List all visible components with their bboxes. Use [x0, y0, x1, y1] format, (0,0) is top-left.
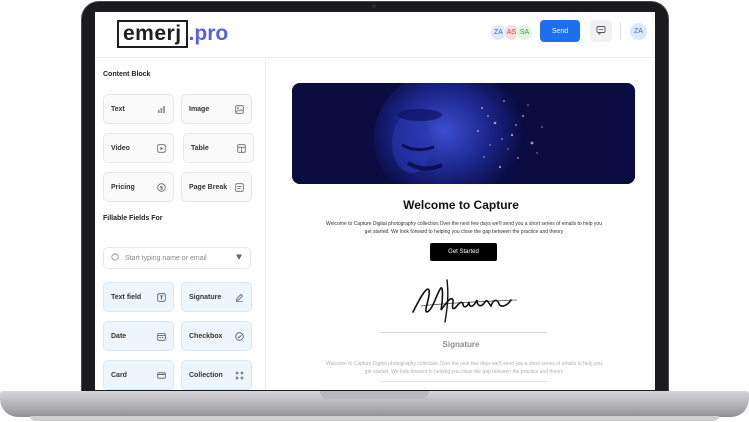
block-label: Text — [111, 105, 125, 113]
calendar-icon — [157, 332, 166, 341]
block-label: Page Break — [189, 183, 228, 191]
search-icon — [111, 253, 119, 263]
avatar[interactable]: SA — [516, 24, 533, 41]
field-label: Signature — [189, 293, 222, 301]
search-placeholder: Start typing name or email — [125, 254, 207, 262]
intro-line-1[interactable]: Welcome to Capture Digital photography c… — [305, 220, 623, 228]
page-break-icon — [235, 182, 244, 192]
grid-dots-icon — [235, 371, 244, 380]
top-bar: emerj .pro ZA AS SA Send ZA — [95, 12, 655, 58]
send-button[interactable]: Send — [540, 20, 580, 42]
comment-icon — [596, 22, 606, 40]
field-label: Text field — [111, 293, 142, 301]
block-label: Video — [111, 144, 130, 152]
card-icon — [157, 371, 166, 380]
check-circle-icon — [235, 331, 244, 341]
signature-name: Maulana — [527, 266, 528, 267]
intro-line-2[interactable]: get started. We look forward to helping … — [305, 228, 623, 236]
footer-line-2[interactable]: get started. We look forward to helping … — [305, 368, 623, 376]
header-divider — [620, 22, 621, 40]
block-image[interactable]: Image — [181, 94, 252, 124]
comment-button[interactable] — [590, 20, 612, 42]
text-field-icon: T — [157, 292, 166, 302]
app-screen: emerj .pro ZA AS SA Send ZA Content Bloc… — [95, 12, 655, 390]
image-icon — [235, 104, 244, 114]
document-title[interactable]: Welcome to Capture — [267, 198, 655, 212]
dollar-icon: $ — [157, 182, 166, 192]
svg-text:T: T — [160, 295, 164, 301]
svg-text:$: $ — [160, 185, 164, 191]
hero-image[interactable] — [292, 83, 635, 184]
block-label: Image — [189, 105, 210, 113]
footer-divider — [380, 381, 547, 382]
document-canvas: Welcome to Capture Welcome to Capture Di… — [267, 59, 655, 390]
laptop-notch — [320, 391, 429, 399]
shield-icon[interactable] — [235, 253, 243, 263]
block-label: Table — [191, 144, 209, 152]
block-pricing[interactable]: Pricing $ — [103, 172, 174, 202]
block-label: Pricing — [111, 183, 135, 191]
logo-suffix: .pro — [188, 21, 229, 45]
field-collection[interactable]: Collection — [181, 360, 252, 390]
logo-wordmark: emerj — [117, 19, 188, 48]
field-date[interactable]: Date — [103, 321, 174, 351]
pen-icon — [235, 293, 244, 302]
fillable-fields-heading: Fillable Fields For — [103, 215, 163, 222]
block-page-break[interactable]: Page Break — [181, 172, 252, 202]
text-block-icon — [157, 105, 166, 114]
table-icon — [237, 143, 246, 153]
signature-line — [380, 332, 547, 333]
field-label: Card — [111, 371, 127, 379]
field-label: Date — [111, 332, 127, 340]
footer-line-1[interactable]: Welcome to Capture Digital photography c… — [305, 360, 623, 368]
field-card[interactable]: Card — [103, 360, 174, 390]
signature-image[interactable]: Maulana — [407, 266, 527, 328]
get-started-button[interactable]: Get Started — [430, 243, 497, 261]
recipient-search-input[interactable]: Start typing name or email — [103, 247, 251, 269]
field-checkbox[interactable]: Checkbox — [181, 321, 252, 351]
block-video[interactable]: Video — [103, 133, 174, 163]
laptop-foot — [30, 416, 719, 421]
user-avatar[interactable]: ZA — [630, 23, 647, 40]
field-signature[interactable]: Signature — [181, 282, 252, 312]
block-table[interactable]: Table — [183, 133, 254, 163]
camera — [372, 4, 376, 8]
block-text[interactable]: Text — [103, 94, 174, 124]
video-icon — [157, 143, 166, 153]
field-text[interactable]: Text field T — [103, 282, 174, 312]
signature-label: Signature — [442, 340, 480, 349]
field-label: Checkbox — [189, 332, 223, 340]
collaborator-avatars: ZA AS SA — [490, 24, 533, 41]
content-block-heading: Content Block — [103, 71, 151, 78]
field-label: Collection — [189, 371, 223, 379]
sidebar: Content Block Text Image Video Table Pri… — [95, 59, 266, 390]
logo[interactable]: emerj .pro — [117, 19, 228, 48]
